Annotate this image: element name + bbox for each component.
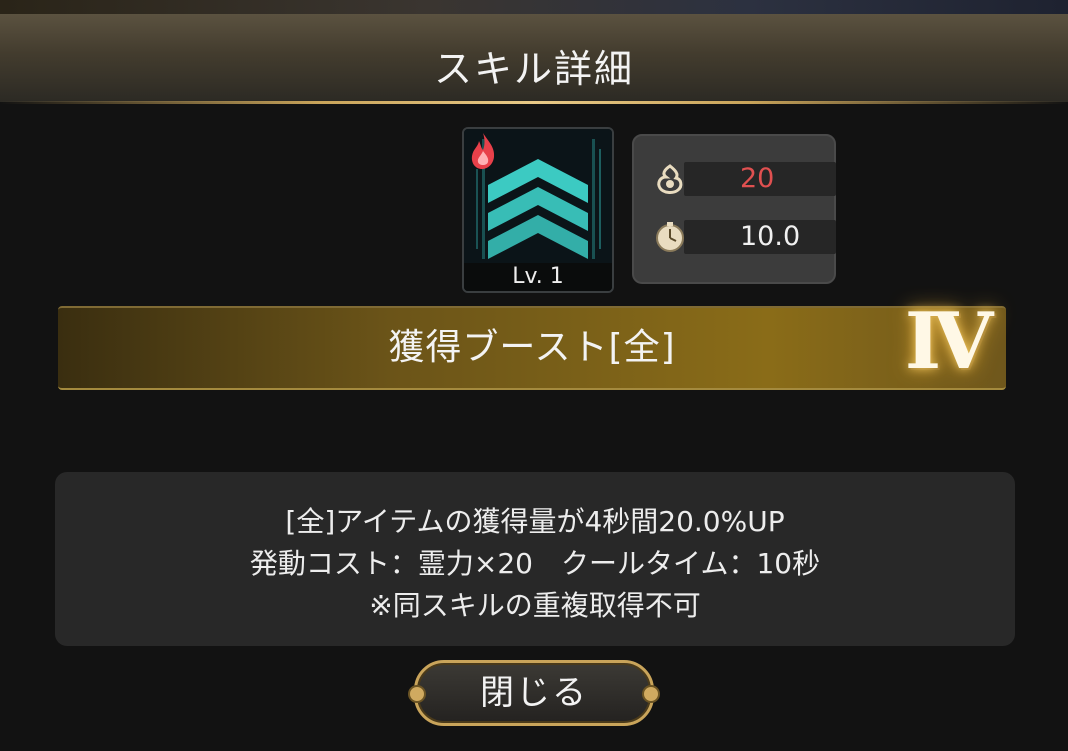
skill-description-box: [全]アイテムの獲得量が4秒間20.0%UP 発動コスト：霊力×20 クールタイ… xyxy=(55,472,1015,646)
header-divider xyxy=(0,101,1068,104)
cost-value: 20 xyxy=(740,163,775,194)
description-line-2: 発動コスト：霊力×20 クールタイム：10秒 xyxy=(249,547,821,580)
skill-name: 獲得ブースト[全] xyxy=(388,327,676,368)
skill-level-label: Lv. 1 xyxy=(464,263,612,291)
skill-rank-badge: Ⅳ xyxy=(904,296,994,387)
fire-icon xyxy=(471,133,495,169)
dialog-title: スキル詳細 xyxy=(433,47,634,91)
close-button-label: 閉じる xyxy=(480,673,588,713)
cooldown-value: 10.0 xyxy=(740,221,801,252)
description-line-3: ※同スキルの重複取得不可 xyxy=(369,589,701,622)
cost-stat-row: 20 xyxy=(654,160,836,196)
top-strip xyxy=(0,0,1068,14)
skill-icon: Lv. 1 xyxy=(462,127,614,293)
description-line-1: [全]アイテムの獲得量が4秒間20.0%UP xyxy=(285,505,785,538)
cooldown-stat-row: 10.0 xyxy=(654,218,836,254)
skill-stats-panel: 20 10.0 xyxy=(632,134,836,284)
close-button[interactable]: 閉じる xyxy=(408,660,660,726)
stopwatch-icon xyxy=(656,222,684,252)
skill-name-banner: 獲得ブースト[全] xyxy=(58,306,1006,390)
spirit-flame-icon xyxy=(657,164,683,194)
